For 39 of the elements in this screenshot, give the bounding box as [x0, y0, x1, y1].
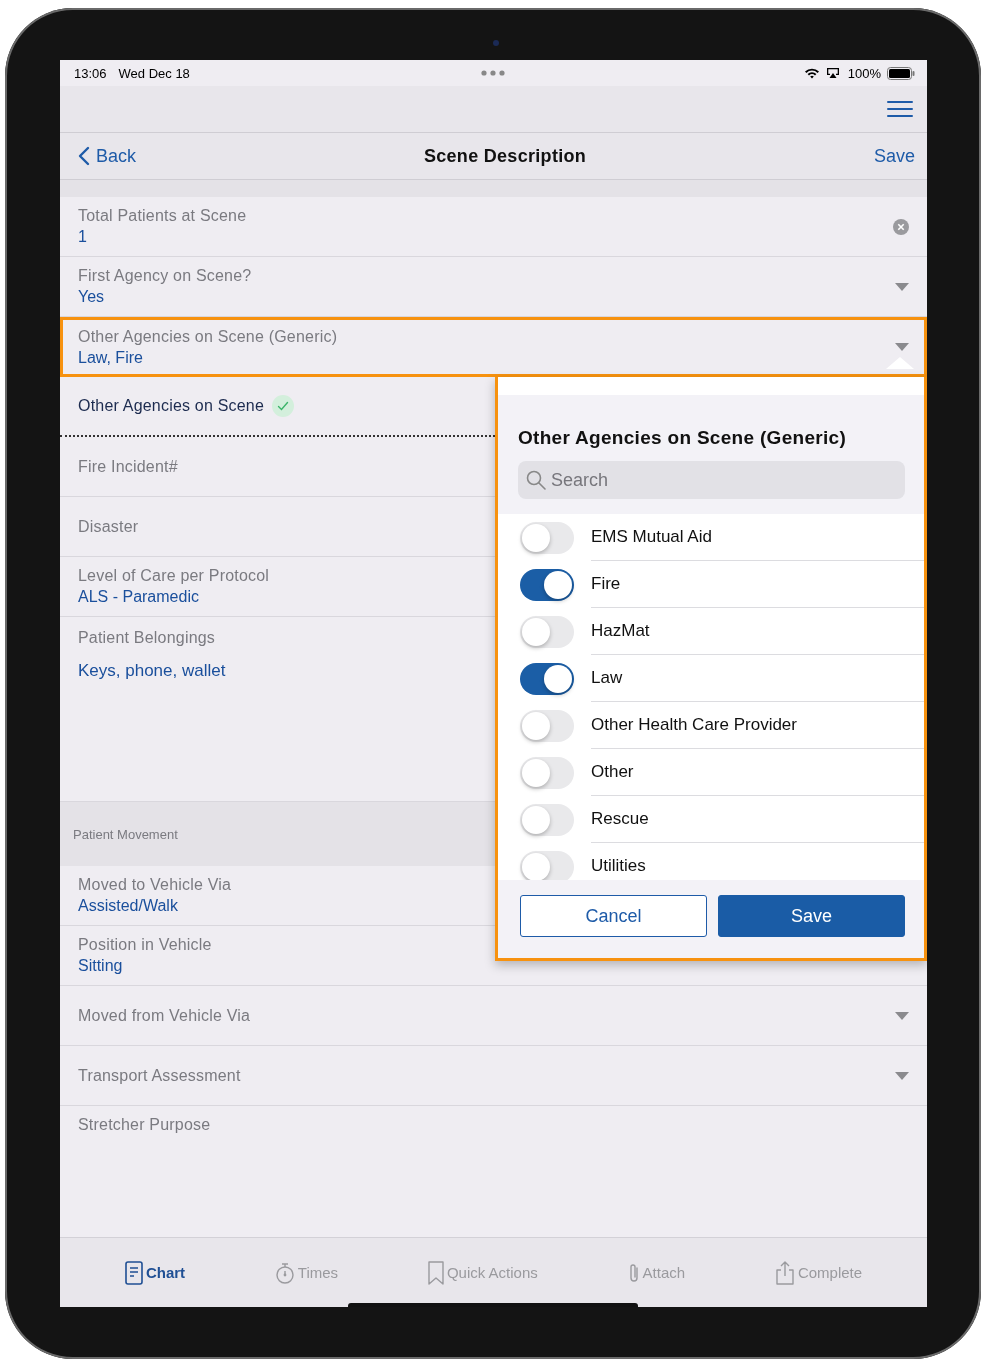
- back-button[interactable]: Back: [78, 145, 137, 167]
- section-header: Patient Movement: [73, 826, 178, 842]
- page-title: Scene Description: [423, 145, 587, 167]
- field-label: Level of Care per Protocol: [78, 567, 270, 585]
- field-value: ALS - Paramedic: [78, 588, 199, 606]
- field-value: Keys, phone, wallet: [78, 661, 226, 681]
- option-label: Rescue: [591, 796, 924, 843]
- field-label: Other Agencies on Scene: [78, 397, 265, 415]
- tab-item[interactable]: Chart: [124, 1260, 186, 1285]
- option-label: EMS Mutual Aid: [591, 514, 924, 561]
- status-date: Wed Dec 18: [118, 65, 190, 81]
- field-value: Sitting: [78, 957, 123, 975]
- field-value: Yes: [78, 288, 105, 306]
- field-label: Other Agencies on Scene (Generic): [78, 327, 338, 346]
- field-value: Law, Fire: [78, 348, 143, 367]
- field-label: Position in Vehicle: [78, 936, 212, 954]
- option-label: Fire: [591, 561, 924, 608]
- option-label: Other: [591, 749, 924, 796]
- field-label: Patient Belongings: [78, 629, 216, 647]
- cancel-button[interactable]: Cancel: [520, 895, 707, 937]
- field-label: Transport Assessment: [78, 1066, 241, 1085]
- option-label: HazMat: [591, 608, 924, 655]
- save-button[interactable]: Save: [718, 895, 905, 937]
- battery-percent: 100%: [847, 65, 881, 81]
- status-time: 13:06: [74, 65, 107, 81]
- field-label: Fire Incident#: [78, 457, 178, 476]
- field-label: Total Patients at Scene: [78, 207, 247, 225]
- save-button[interactable]: Save: [873, 145, 915, 167]
- option-label: Law: [591, 655, 924, 702]
- search-field[interactable]: Search: [518, 461, 905, 499]
- field-label: Disaster: [78, 517, 139, 536]
- field-value: 1: [78, 228, 87, 246]
- field-label: Stretcher Purpose: [78, 1116, 211, 1134]
- option-label: Other Health Care Provider: [591, 702, 924, 749]
- field-label: Moved from Vehicle Via: [78, 1006, 251, 1025]
- field-label: First Agency on Scene?: [78, 267, 252, 285]
- field-value: Assisted/Walk: [78, 897, 178, 915]
- field-label: Moved to Vehicle Via: [78, 876, 232, 894]
- form-row[interactable]: Other Agencies on Scene (Generic) Law, Fire: [60, 317, 927, 377]
